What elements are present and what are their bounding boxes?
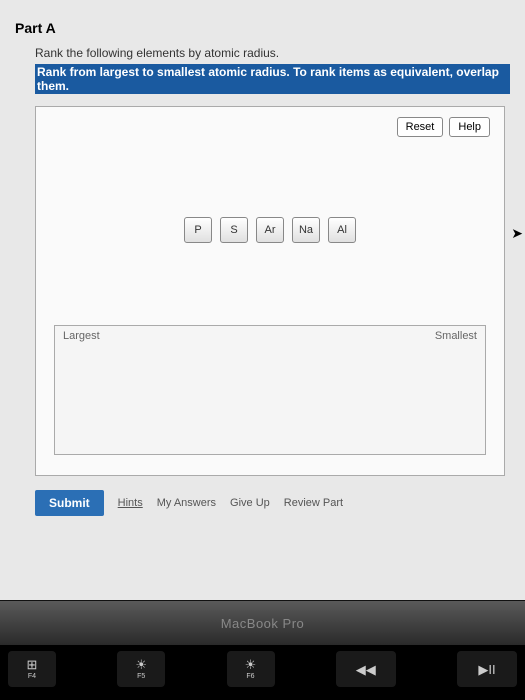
key-f5: ☀ F5 (117, 651, 165, 687)
key-rewind: ◀◀ (336, 651, 396, 687)
ranking-drop-zone[interactable]: Largest Smallest (54, 325, 486, 455)
rewind-icon: ◀◀ (356, 663, 376, 676)
instruction-text: Rank from largest to smallest atomic rad… (35, 64, 510, 94)
help-button[interactable]: Help (449, 117, 490, 137)
element-tile[interactable]: Al (328, 217, 356, 243)
element-tile[interactable]: P (184, 217, 212, 243)
element-tile[interactable]: Ar (256, 217, 284, 243)
key-play-pause: ▶II (457, 651, 517, 687)
key-f6: ☀ F6 (227, 651, 275, 687)
drop-label-largest: Largest (63, 330, 100, 342)
launchpad-icon: ⊞ (27, 658, 38, 671)
key-f4: ⊞ F4 (8, 651, 56, 687)
laptop-brand-bar: MacBook Pro (0, 600, 525, 645)
hints-link[interactable]: Hints (118, 497, 143, 509)
part-heading: Part A (15, 20, 510, 36)
submit-button[interactable]: Submit (35, 490, 104, 516)
keyboard-strip: ⊞ F4 ☀ F5 ☀ F6 ◀◀ ▶II (0, 645, 525, 700)
action-bar: Submit Hints My Answers Give Up Review P… (35, 490, 510, 516)
element-tile[interactable]: S (220, 217, 248, 243)
my-answers-link[interactable]: My Answers (157, 497, 216, 509)
reset-button[interactable]: Reset (397, 117, 444, 137)
cursor-icon: ➤ (511, 225, 523, 242)
element-tile[interactable]: Na (292, 217, 320, 243)
play-pause-icon: ▶II (478, 663, 495, 676)
question-text: Rank the following elements by atomic ra… (35, 46, 510, 60)
element-tiles-row: P S Ar Na Al (184, 217, 356, 243)
drop-label-smallest: Smallest (435, 330, 477, 342)
review-part-link[interactable]: Review Part (284, 497, 343, 509)
keyboard-brightness-up-icon: ☀ (245, 658, 257, 671)
laptop-brand-text: MacBook Pro (221, 616, 305, 631)
keyboard-brightness-down-icon: ☀ (135, 658, 147, 671)
ranking-workspace: Reset Help P S Ar Na Al Largest Smallest (35, 106, 505, 476)
give-up-link[interactable]: Give Up (230, 497, 270, 509)
